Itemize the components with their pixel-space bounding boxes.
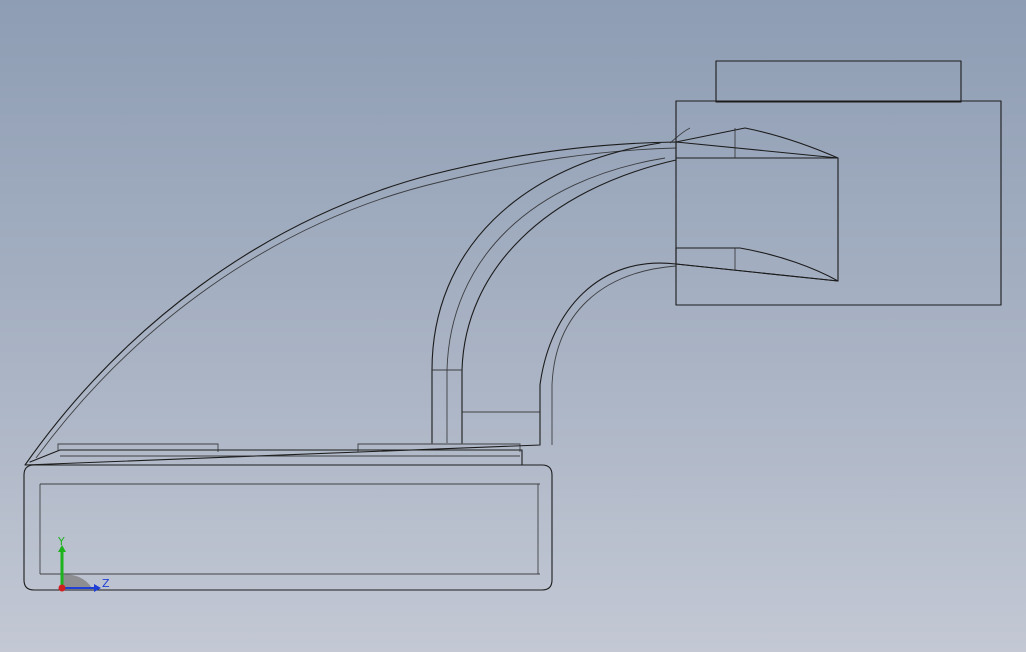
arm-outer-fillet bbox=[35, 147, 677, 459]
neck-fillet-top bbox=[675, 127, 839, 159]
arch-fillet bbox=[551, 265, 677, 445]
rib-mid-curve bbox=[446, 157, 666, 443]
z-axis-label: Z bbox=[102, 577, 110, 590]
rib-outer-curve bbox=[431, 142, 661, 444]
neck-fillet-bottom bbox=[675, 247, 839, 282]
base-ledge bbox=[29, 449, 523, 466]
x-axis-icon bbox=[58, 584, 66, 592]
boss-top-band bbox=[715, 60, 962, 103]
coordinate-triad: Y Z bbox=[57, 535, 110, 592]
cad-viewport[interactable]: Y Z bbox=[0, 0, 1026, 652]
rib-inner-curve bbox=[461, 159, 677, 444]
cad-model-view[interactable]: Y Z bbox=[0, 0, 1026, 652]
pad-left bbox=[57, 443, 219, 452]
y-axis-label: Y bbox=[57, 535, 65, 548]
